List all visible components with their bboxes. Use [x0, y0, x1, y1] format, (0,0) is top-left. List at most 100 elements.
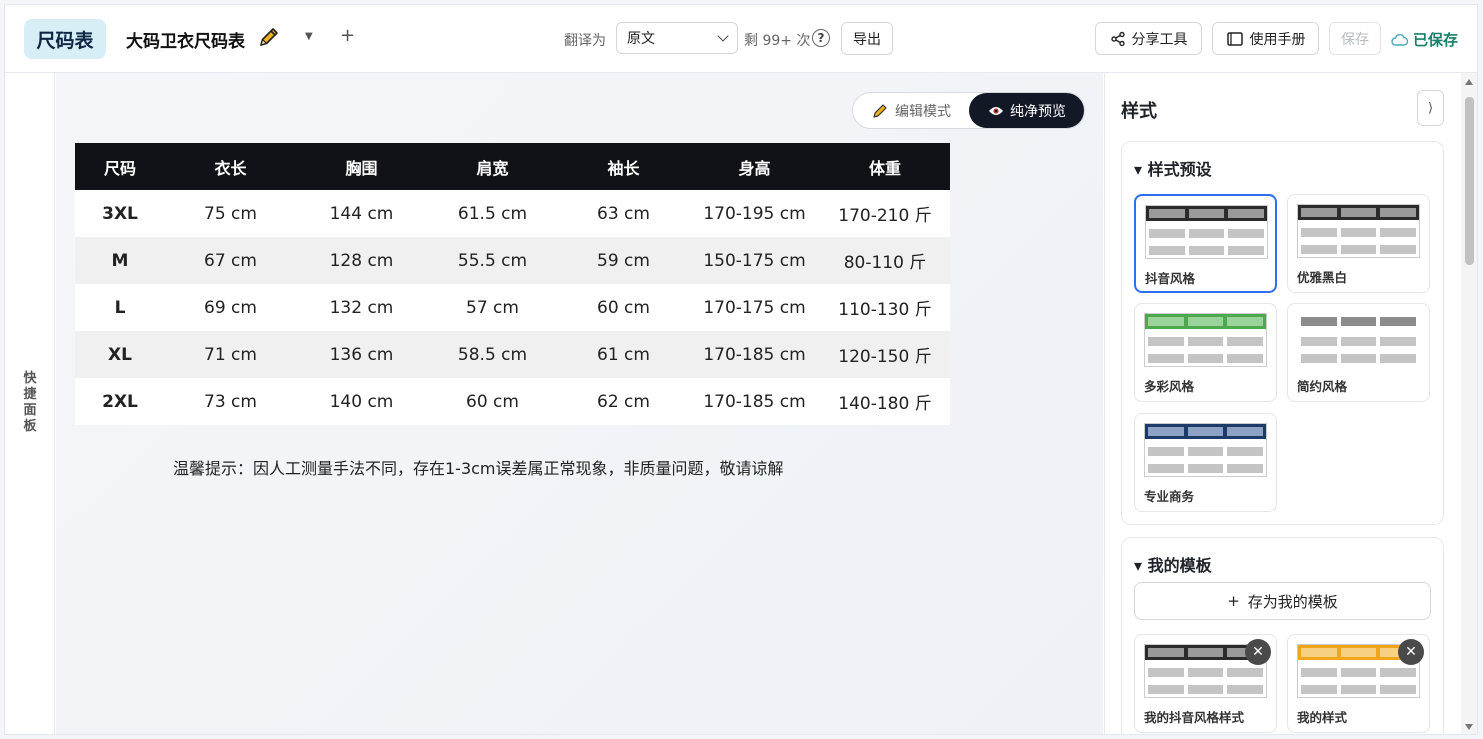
scrollbar[interactable]	[1461, 73, 1477, 734]
add-document-button[interactable]: +	[340, 25, 355, 46]
style-thumbnail	[1144, 423, 1267, 477]
table-cell: 67 cm	[165, 237, 296, 284]
column-header: 体重	[820, 143, 950, 190]
quick-panel[interactable]: 快捷面板	[5, 73, 55, 734]
thumbnail-row	[1145, 668, 1266, 677]
share-tool-label: 分享工具	[1131, 31, 1188, 48]
table-cell: 60 cm	[427, 378, 558, 425]
clean-preview-button[interactable]: 纯净预览	[969, 93, 1084, 128]
thumbnail-header	[1298, 314, 1419, 329]
scroll-up-arrow-icon[interactable]	[1465, 79, 1473, 85]
thumbnail-row	[1145, 447, 1266, 456]
style-preset-name: 专业商务	[1144, 489, 1195, 504]
document-title[interactable]: 大码卫衣尺码表	[126, 27, 245, 52]
user-manual-label: 使用手册	[1249, 31, 1306, 48]
table-cell: 170-185 cm	[689, 331, 820, 378]
pencil-icon[interactable]	[257, 25, 281, 49]
style-preset-tile[interactable]: 多彩风格	[1134, 303, 1277, 402]
table-cell: 69 cm	[165, 284, 296, 331]
table-cell: 73 cm	[165, 378, 296, 425]
table-cell: 120-150 斤	[820, 331, 950, 378]
translate-label: 翻译为	[564, 33, 606, 49]
thumbnail-row	[1298, 228, 1419, 237]
edit-mode-button[interactable]: 编辑模式	[853, 93, 969, 128]
style-preset-name: 简约风格	[1297, 379, 1348, 394]
scroll-down-arrow-icon[interactable]	[1465, 724, 1473, 730]
style-presets-title[interactable]: ▾ 样式预设	[1134, 156, 1212, 180]
thumbnail-row	[1298, 354, 1419, 363]
table-cell: 80-110 斤	[820, 237, 950, 284]
user-manual-button[interactable]: 使用手册	[1212, 22, 1319, 55]
thumbnail-header	[1298, 205, 1419, 220]
table-cell: 59 cm	[558, 237, 689, 284]
table-cell: 170-185 cm	[689, 378, 820, 425]
table-cell: 61 cm	[558, 331, 689, 378]
table-cell: 170-195 cm	[689, 190, 820, 237]
thumbnail-row	[1298, 245, 1419, 254]
style-preset-tile[interactable]: 抖音风格	[1134, 194, 1277, 293]
style-preset-tile[interactable]: 简约风格	[1287, 303, 1430, 402]
size-table: 尺码 衣长 胸围 肩宽 袖长 身高 体重 3XL 75 cm 144 cm 61…	[75, 143, 950, 425]
clean-preview-label: 纯净预览	[1010, 103, 1066, 120]
table-cell: M	[75, 237, 165, 284]
table-row: XL 71 cm 136 cm 58.5 cm 61 cm 170-185 cm…	[75, 331, 950, 378]
table-cell: 55.5 cm	[427, 237, 558, 284]
table-cell: XL	[75, 331, 165, 378]
table-cell: L	[75, 284, 165, 331]
title-dropdown-icon[interactable]: ▼	[305, 31, 313, 42]
scroll-thumb[interactable]	[1465, 97, 1474, 265]
table-cell: 63 cm	[558, 190, 689, 237]
table-cell: 144 cm	[296, 190, 427, 237]
collapse-panel-button[interactable]: ⟩	[1417, 90, 1444, 126]
save-button[interactable]: 保存	[1329, 22, 1381, 55]
share-icon	[1110, 31, 1125, 46]
share-tool-button[interactable]: 分享工具	[1095, 22, 1202, 55]
save-as-template-button[interactable]: + 存为我的模板	[1134, 582, 1431, 620]
delete-template-button[interactable]: ✕	[1398, 639, 1424, 665]
table-cell: 170-210 斤	[820, 190, 950, 237]
thumbnail-header	[1145, 314, 1266, 329]
column-header: 尺码	[75, 143, 165, 190]
tip-note: 温馨提示：因人工测量手法不同，存在1-3cm误差属正常现象，非质量问题，敬请谅解	[173, 459, 784, 478]
style-thumbnail	[1144, 313, 1267, 367]
app-logo[interactable]: 尺码表	[24, 19, 106, 59]
remaining-count: 剩 99+ 次	[744, 33, 811, 49]
style-preset-tile[interactable]: 专业商务	[1134, 413, 1277, 512]
translate-language-select[interactable]: 原文	[616, 22, 738, 54]
table-cell: 136 cm	[296, 331, 427, 378]
thumbnail-header	[1146, 206, 1267, 221]
edit-mode-label: 编辑模式	[895, 103, 951, 120]
export-button[interactable]: 导出	[841, 22, 893, 55]
style-preset-name: 多彩风格	[1144, 379, 1195, 394]
table-cell: 150-175 cm	[689, 237, 820, 284]
table-cell: 128 cm	[296, 237, 427, 284]
table-cell: 2XL	[75, 378, 165, 425]
thumbnail-row	[1145, 354, 1266, 363]
quick-panel-label[interactable]: 快捷面板	[22, 371, 38, 435]
preview-canvas: 编辑模式 纯净预览 尺码 衣长 胸围 肩宽 袖长 身高 体重 3XL 75 cm…	[56, 73, 1103, 734]
style-preset-name: 优雅黑白	[1297, 270, 1348, 285]
style-panel: 样式 ⟩ ▾ 样式预设 抖音风格 优雅黑白 多彩风格 简约风格 专业商务 ▾ 我…	[1104, 73, 1459, 734]
help-icon[interactable]: ?	[812, 29, 830, 47]
style-preset-name: 抖音风格	[1145, 271, 1196, 286]
table-row: L 69 cm 132 cm 57 cm 60 cm 170-175 cm 11…	[75, 284, 950, 331]
column-header: 袖长	[558, 143, 689, 190]
style-preset-tile[interactable]: 优雅黑白	[1287, 194, 1430, 293]
thumbnail-row	[1146, 229, 1267, 238]
top-bar: 尺码表 大码卫衣尺码表 ▼ + 翻译为 原文 剩 99+ 次 ? 导出 分享工具	[5, 5, 1477, 73]
delete-template-button[interactable]: ✕	[1245, 639, 1271, 665]
app-window: 尺码表 大码卫衣尺码表 ▼ + 翻译为 原文 剩 99+ 次 ? 导出 分享工具	[4, 4, 1478, 735]
my-templates-title[interactable]: ▾ 我的模板	[1134, 552, 1212, 576]
chevron-down-icon	[717, 30, 729, 42]
table-row: 2XL 73 cm 140 cm 60 cm 62 cm 170-185 cm …	[75, 378, 950, 425]
table-cell: 75 cm	[165, 190, 296, 237]
table-cell: 60 cm	[558, 284, 689, 331]
column-header: 肩宽	[427, 143, 558, 190]
style-thumbnail	[1297, 313, 1420, 367]
style-panel-title: 样式	[1121, 101, 1157, 122]
table-header-row: 尺码 衣长 胸围 肩宽 袖长 身高 体重	[75, 143, 950, 190]
table-cell: 71 cm	[165, 331, 296, 378]
column-header: 胸围	[296, 143, 427, 190]
table-cell: 62 cm	[558, 378, 689, 425]
pencil-icon	[873, 103, 887, 118]
